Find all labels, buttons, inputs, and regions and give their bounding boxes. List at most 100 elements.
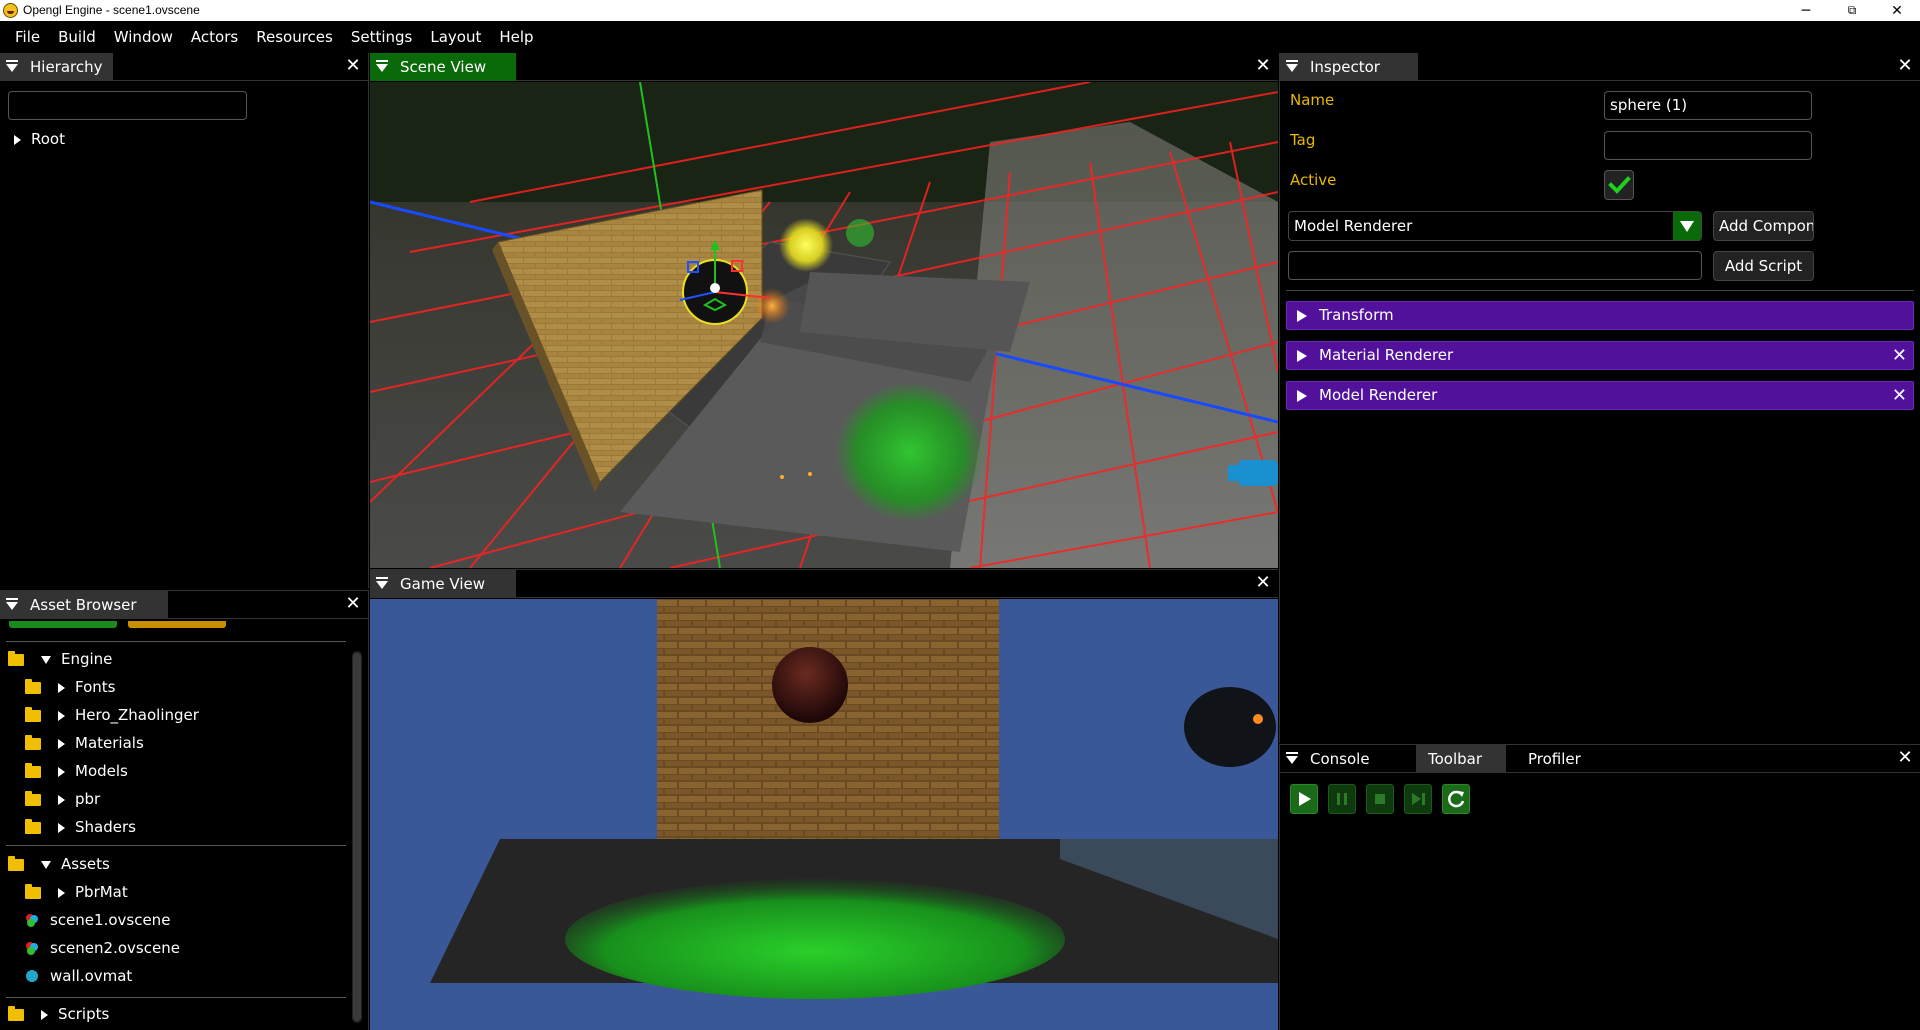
bottom-right-panel: Console Toolbar Profiler ✕ bbox=[1279, 744, 1920, 1030]
tab-game-view[interactable]: Game View bbox=[370, 570, 516, 598]
folder-icon bbox=[25, 763, 41, 778]
refresh-button[interactable] bbox=[1442, 784, 1470, 814]
close-icon[interactable]: ✕ bbox=[344, 595, 362, 613]
script-input[interactable] bbox=[1288, 251, 1702, 280]
folder-label: Models bbox=[75, 762, 128, 780]
window-titlebar: Opengl Engine - scene1.ovscene ─ ⧉ ✕ bbox=[0, 0, 1920, 21]
scene-file-icon bbox=[26, 942, 38, 955]
expand-arrow-icon[interactable] bbox=[1297, 350, 1307, 362]
stop-button[interactable] bbox=[1366, 784, 1394, 814]
tab-toolbar[interactable]: Toolbar bbox=[1416, 745, 1506, 773]
inspector-header: Inspector ✕ bbox=[1280, 53, 1920, 81]
name-input[interactable]: sphere (1) bbox=[1604, 91, 1812, 120]
folder-icon bbox=[8, 1006, 24, 1021]
tab-label: Toolbar bbox=[1428, 750, 1483, 768]
game-view-panel: Game View ✕ bbox=[370, 569, 1278, 1030]
pause-button[interactable] bbox=[1328, 784, 1356, 814]
folder-icon bbox=[25, 735, 41, 750]
tab-hierarchy[interactable]: Hierarchy bbox=[0, 53, 113, 81]
refresh-button[interactable] bbox=[9, 621, 117, 628]
hierarchy-panel: Hierarchy ✕ Root bbox=[0, 53, 369, 588]
name-label: Name bbox=[1290, 91, 1335, 109]
close-icon[interactable]: ✕ bbox=[344, 57, 362, 75]
tab-label: Inspector bbox=[1310, 58, 1380, 76]
expand-arrow-icon[interactable] bbox=[58, 766, 65, 777]
scene-render[interactable] bbox=[370, 82, 1278, 568]
expand-arrow-icon[interactable] bbox=[58, 887, 65, 898]
active-checkbox[interactable] bbox=[1604, 170, 1634, 200]
expand-arrow-icon[interactable] bbox=[58, 794, 65, 805]
close-window-button[interactable]: ✕ bbox=[1874, 0, 1920, 21]
menu-help[interactable]: Help bbox=[490, 21, 542, 53]
menu-actors[interactable]: Actors bbox=[182, 21, 247, 53]
divider bbox=[1286, 290, 1914, 291]
tree-item-root[interactable]: Root bbox=[14, 125, 65, 153]
pause-icon bbox=[1337, 793, 1347, 805]
expand-arrow-icon[interactable] bbox=[58, 822, 65, 833]
tab-console[interactable]: Console bbox=[1280, 745, 1410, 773]
tab-menu-icon[interactable] bbox=[376, 577, 388, 591]
asset-browser-panel: Asset Browser ✕ Engine Fonts Hero_Zhaoli… bbox=[0, 590, 369, 1030]
close-icon[interactable]: ✕ bbox=[1896, 749, 1914, 767]
menu-file[interactable]: File bbox=[6, 21, 49, 53]
collapse-arrow-icon[interactable] bbox=[41, 860, 51, 869]
folder-label: Fonts bbox=[75, 678, 116, 696]
play-button[interactable] bbox=[1290, 784, 1318, 814]
menu-window[interactable]: Window bbox=[105, 21, 182, 53]
dropdown-arrow-icon[interactable] bbox=[1673, 212, 1701, 240]
component-material-renderer[interactable]: Material Renderer ✕ bbox=[1286, 341, 1914, 370]
tab-scene-view[interactable]: Scene View bbox=[370, 53, 516, 81]
tab-menu-icon[interactable] bbox=[376, 60, 388, 74]
close-icon[interactable]: ✕ bbox=[1896, 57, 1914, 75]
menu-bar: File Build Window Actors Resources Setti… bbox=[0, 21, 1920, 53]
game-viewport[interactable] bbox=[370, 599, 1278, 1030]
menu-build[interactable]: Build bbox=[49, 21, 105, 53]
tab-menu-icon[interactable] bbox=[6, 60, 18, 74]
expand-arrow-icon[interactable] bbox=[1297, 310, 1307, 322]
close-icon[interactable]: ✕ bbox=[1254, 57, 1272, 75]
component-select[interactable]: Model Renderer bbox=[1288, 211, 1702, 241]
import-button[interactable] bbox=[128, 621, 226, 628]
file-label: wall.ovmat bbox=[50, 967, 133, 985]
maximize-button[interactable]: ⧉ bbox=[1829, 0, 1875, 21]
tag-input[interactable] bbox=[1604, 131, 1812, 160]
tab-asset-browser[interactable]: Asset Browser bbox=[0, 591, 168, 619]
game-render[interactable] bbox=[370, 599, 1278, 1030]
close-icon[interactable]: ✕ bbox=[1254, 574, 1272, 592]
divider bbox=[6, 997, 346, 998]
scrollbar-thumb[interactable] bbox=[353, 653, 361, 1021]
expand-arrow-icon[interactable] bbox=[58, 738, 65, 749]
expand-arrow-icon[interactable] bbox=[1297, 390, 1307, 402]
expand-arrow-icon[interactable] bbox=[58, 710, 65, 721]
component-transform[interactable]: Transform bbox=[1286, 301, 1914, 330]
expand-arrow-icon[interactable] bbox=[14, 134, 21, 145]
tab-inspector[interactable]: Inspector bbox=[1280, 53, 1418, 81]
hierarchy-search-input[interactable] bbox=[8, 91, 247, 120]
remove-component-icon[interactable]: ✕ bbox=[1892, 385, 1907, 406]
minimize-button[interactable]: ─ bbox=[1783, 0, 1829, 21]
expand-arrow-icon[interactable] bbox=[58, 682, 65, 693]
menu-resources[interactable]: Resources bbox=[247, 21, 342, 53]
tab-menu-icon[interactable] bbox=[1286, 752, 1298, 766]
folder-icon bbox=[25, 884, 41, 899]
scrollbar[interactable] bbox=[352, 651, 362, 1023]
add-component-button[interactable]: Add Component bbox=[1713, 211, 1814, 241]
scene-viewport[interactable] bbox=[370, 82, 1278, 568]
menu-settings[interactable]: Settings bbox=[342, 21, 422, 53]
remove-component-icon[interactable]: ✕ bbox=[1892, 345, 1907, 366]
next-frame-button[interactable] bbox=[1404, 784, 1432, 814]
expand-arrow-icon[interactable] bbox=[41, 1009, 48, 1020]
component-model-renderer[interactable]: Model Renderer ✕ bbox=[1286, 381, 1914, 410]
menu-layout[interactable]: Layout bbox=[421, 21, 490, 53]
component-label: Material Renderer bbox=[1319, 346, 1454, 364]
folder-label: Hero_Zhaolinger bbox=[75, 706, 199, 724]
tab-menu-icon[interactable] bbox=[6, 598, 18, 612]
add-script-button[interactable]: Add Script bbox=[1713, 251, 1814, 281]
component-label: Model Renderer bbox=[1319, 386, 1438, 404]
collapse-arrow-icon[interactable] bbox=[41, 655, 51, 664]
inspector-panel: Inspector ✕ Name sphere (1) Tag Active M… bbox=[1279, 53, 1920, 743]
tab-menu-icon[interactable] bbox=[1286, 60, 1298, 74]
tab-profiler[interactable]: Profiler bbox=[1516, 745, 1606, 773]
scene-file-icon bbox=[26, 914, 38, 927]
divider bbox=[6, 845, 346, 846]
